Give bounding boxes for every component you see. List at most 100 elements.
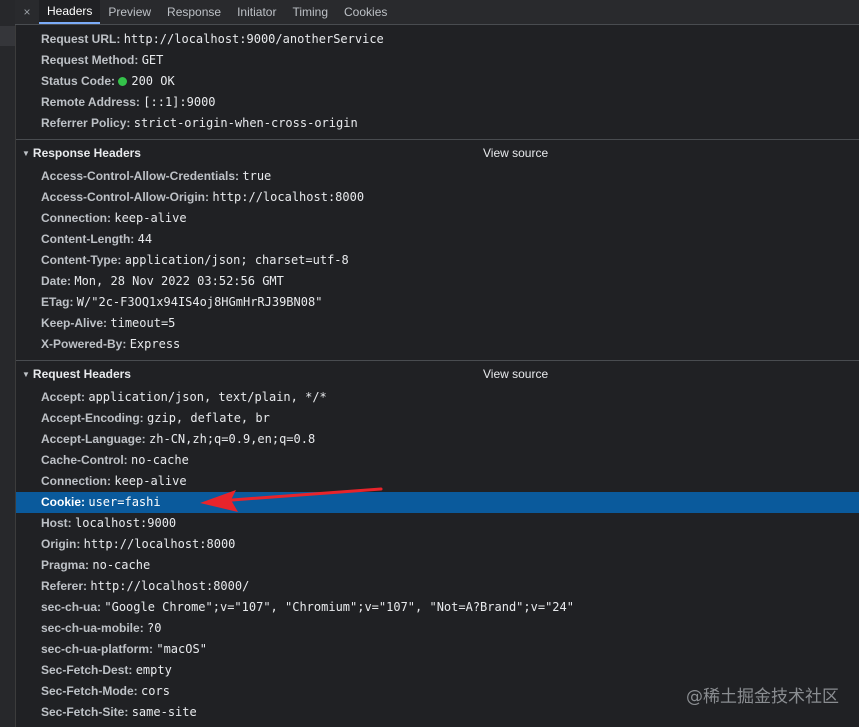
tab-headers[interactable]: Headers [39, 0, 101, 24]
header-key: Date: [41, 274, 72, 288]
header-key: Request Method: [41, 53, 139, 67]
tab-preview[interactable]: Preview [100, 0, 159, 24]
request-header-row[interactable]: Accept-Encoding: gzip, deflate, br [16, 408, 859, 429]
collapse-triangle-icon[interactable]: ▼ [22, 141, 30, 167]
request-header-row[interactable]: Accept-Language: zh-CN,zh;q=0.9,en;q=0.8 [16, 429, 859, 450]
header-key: Status Code: [41, 74, 116, 88]
header-key: Content-Length: [41, 232, 135, 246]
header-value: "macOS" [156, 642, 207, 656]
left-panel-gutter [0, 0, 16, 727]
response-header-row[interactable]: Keep-Alive: timeout=5 [16, 313, 859, 334]
request-header-row[interactable]: Host: localhost:9000 [16, 513, 859, 534]
request-header-row[interactable]: sec-ch-ua-platform: "macOS" [16, 639, 859, 660]
general-row: Referrer Policy: strict-origin-when-cros… [16, 113, 859, 134]
header-value: 44 [137, 232, 153, 246]
header-key: Sec-Fetch-Site: [41, 705, 129, 719]
tab-initiator[interactable]: Initiator [229, 0, 284, 24]
response-header-row[interactable]: Access-Control-Allow-Origin: http://loca… [16, 187, 859, 208]
section-title: Request Headers [32, 367, 131, 381]
header-value: strict-origin-when-cross-origin [133, 116, 358, 130]
header-value: Mon, 28 Nov 2022 03:52:56 GMT [74, 274, 284, 288]
header-value: keep-alive [114, 474, 187, 488]
header-value: http://localhost:8000/ [90, 579, 250, 593]
header-key: Accept-Encoding: [41, 411, 144, 425]
header-key: Access-Control-Allow-Credentials: [41, 169, 240, 183]
header-key: Connection: [41, 474, 111, 488]
response-header-row[interactable]: X-Powered-By: Express [16, 334, 859, 355]
response-headers-section-header[interactable]: ▼ Response Headers View source [16, 140, 859, 166]
response-header-row[interactable]: Connection: keep-alive [16, 208, 859, 229]
response-header-row[interactable]: Date: Mon, 28 Nov 2022 03:52:56 GMT [16, 271, 859, 292]
tab-response[interactable]: Response [159, 0, 229, 24]
header-value: http://localhost:8000 [212, 190, 365, 204]
header-key: Accept-Language: [41, 432, 146, 446]
tab-bar: × Headers Preview Response Initiator Tim… [15, 0, 859, 25]
header-key: Sec-Fetch-Dest: [41, 663, 133, 677]
header-value: [::1]:9000 [143, 95, 216, 109]
header-value: http://localhost:9000/anotherService [123, 32, 384, 46]
request-headers-section-header[interactable]: ▼ Request Headers View source [16, 361, 859, 387]
header-value: Express [129, 337, 181, 351]
request-header-row[interactable]: Connection: keep-alive [16, 471, 859, 492]
header-key: Origin: [41, 537, 81, 551]
header-key: Accept: [41, 390, 86, 404]
header-key: Remote Address: [41, 95, 140, 109]
header-key: sec-ch-ua: [41, 600, 102, 614]
header-key: Cache-Control: [41, 453, 128, 467]
header-value: true [242, 169, 272, 183]
header-value: 200 OK [131, 74, 175, 88]
header-key: Host: [41, 516, 72, 530]
general-row: Status Code: 200 OK [16, 71, 859, 92]
request-header-row[interactable]: Accept: application/json, text/plain, */… [16, 387, 859, 408]
request-header-row-highlighted[interactable]: Cookie: user=fashi [16, 492, 859, 513]
header-key: sec-ch-ua-platform: [41, 642, 154, 656]
headers-panel: Request URL: http://localhost:9000/anoth… [16, 25, 859, 727]
request-header-row[interactable]: Referer: http://localhost:8000/ [16, 576, 859, 597]
request-header-row[interactable]: Sec-Fetch-Dest: empty [16, 660, 859, 681]
header-value: http://localhost:8000 [83, 537, 236, 551]
header-value: application/json; charset=utf-8 [124, 253, 349, 267]
general-row: Request URL: http://localhost:9000/anoth… [16, 29, 859, 50]
header-value: cors [141, 684, 170, 698]
response-header-row[interactable]: Access-Control-Allow-Credentials: true [16, 166, 859, 187]
general-row: Remote Address: [::1]:9000 [16, 92, 859, 113]
request-header-row[interactable]: sec-ch-ua-mobile: ?0 [16, 618, 859, 639]
header-value: GET [141, 53, 164, 67]
watermark: @稀土掘金技术社区 [686, 687, 839, 707]
header-value: empty [135, 663, 172, 677]
header-key: sec-ch-ua-mobile: [41, 621, 144, 635]
tab-cookies[interactable]: Cookies [336, 0, 395, 24]
close-icon[interactable]: × [15, 0, 39, 24]
request-header-row[interactable]: Pragma: no-cache [16, 555, 859, 576]
header-key: Keep-Alive: [41, 316, 108, 330]
header-value: ?0 [147, 621, 162, 635]
header-value: timeout=5 [110, 316, 176, 330]
general-row: Request Method: GET [16, 50, 859, 71]
tab-timing[interactable]: Timing [284, 0, 336, 24]
header-value: localhost:9000 [75, 516, 177, 530]
header-key: Cookie: [41, 495, 86, 509]
request-header-row[interactable]: sec-ch-ua: "Google Chrome";v="107", "Chr… [16, 597, 859, 618]
header-key: Pragma: [41, 558, 90, 572]
request-header-row[interactable]: Origin: http://localhost:8000 [16, 534, 859, 555]
request-header-row[interactable]: Cache-Control: no-cache [16, 450, 859, 471]
header-value: gzip, deflate, br [147, 411, 270, 425]
header-value: application/json, text/plain, */* [88, 390, 327, 404]
view-source-link[interactable]: View source [483, 361, 548, 387]
response-header-row[interactable]: ETag: W/"2c-F3OQ1x94IS4oj8HGmHrRJ39BN08" [16, 292, 859, 313]
section-title: Response Headers [32, 146, 141, 160]
header-key: Sec-Fetch-Mode: [41, 684, 138, 698]
header-key: Referer: [41, 579, 88, 593]
header-value: user=fashi [88, 495, 161, 509]
response-header-row[interactable]: Content-Type: application/json; charset=… [16, 250, 859, 271]
header-value: zh-CN,zh;q=0.9,en;q=0.8 [149, 432, 316, 446]
header-value: no-cache [92, 558, 151, 572]
header-value: keep-alive [114, 211, 187, 225]
collapse-triangle-icon[interactable]: ▼ [22, 362, 30, 388]
header-value: "Google Chrome";v="107", "Chromium";v="1… [104, 600, 574, 614]
response-header-row[interactable]: Content-Length: 44 [16, 229, 859, 250]
view-source-link[interactable]: View source [483, 140, 548, 166]
status-ok-icon [118, 77, 128, 86]
header-value: same-site [131, 705, 197, 719]
selected-request-marker [0, 26, 15, 46]
